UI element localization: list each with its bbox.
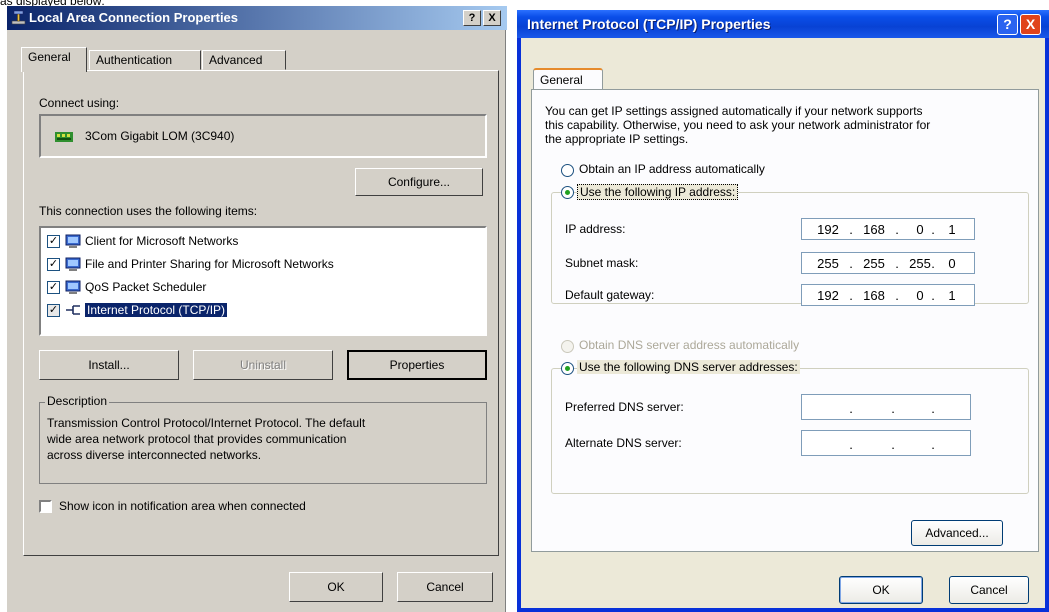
description-line: Transmission Control Protocol/Internet P… <box>47 416 366 430</box>
items-label: This connection uses the following items… <box>39 204 258 218</box>
ip-octet: 192 <box>817 222 839 237</box>
default-gateway-field[interactable]: 192. 168. 0. 1 <box>801 284 975 306</box>
alternate-dns-label: Alternate DNS server: <box>565 436 682 450</box>
ip-dot: . <box>891 437 895 452</box>
ok-button[interactable]: OK <box>289 572 383 602</box>
advanced-button[interactable]: Advanced... <box>911 520 1003 546</box>
description-line: wide area network protocol that provides… <box>47 432 347 446</box>
network-connection-icon <box>11 10 26 25</box>
network-adapter-icon <box>55 132 73 142</box>
tcpip-properties-window: Internet Protocol (TCP/IP) Properties ? … <box>517 10 1049 612</box>
intro-line: You can get IP settings assigned automat… <box>545 104 923 118</box>
ip-octet: 192 <box>817 288 839 303</box>
ip-dot: . <box>849 401 853 416</box>
cancel-button[interactable]: Cancel <box>397 572 493 602</box>
subnet-mask-label: Subnet mask: <box>565 256 639 270</box>
ip-octet: 168 <box>863 288 885 303</box>
connect-using-label: Connect using: <box>39 96 120 110</box>
description-label: Description <box>45 394 110 408</box>
ip-octet: 0 <box>948 256 956 271</box>
list-item[interactable]: ✓ File and Printer Sharing for Microsoft… <box>45 255 425 275</box>
title-bar: Local Area Connection Properties ? X <box>7 6 507 30</box>
file-printer-sharing-icon <box>65 257 81 271</box>
intro-line: the appropriate IP settings. <box>545 132 689 146</box>
components-list[interactable]: ✓ Client for Microsoft Networks ✓ File a… <box>39 226 487 336</box>
window-title: Internet Protocol (TCP/IP) Properties <box>527 16 771 32</box>
list-item-label: File and Printer Sharing for Microsoft N… <box>85 257 334 271</box>
preferred-dns-label: Preferred DNS server: <box>565 400 684 414</box>
local-area-connection-properties-window: Local Area Connection Properties ? X Gen… <box>6 6 507 612</box>
dialog-body: General You can get IP settings assigned… <box>521 38 1045 608</box>
list-item-label: Internet Protocol (TCP/IP) <box>85 303 228 317</box>
qos-scheduler-icon <box>65 280 81 294</box>
use-ip-label: Use the following IP address: <box>577 184 739 200</box>
tab-general[interactable]: General <box>21 47 87 72</box>
obtain-ip-radio[interactable] <box>561 164 574 177</box>
adapter-field: 3Com Gigabit LOM (3C940) <box>39 114 487 158</box>
ip-octet: 255 <box>863 256 885 271</box>
ip-dot: . <box>891 401 895 416</box>
obtain-ip-label: Obtain an IP address automatically <box>579 162 765 176</box>
configure-button[interactable]: Configure... <box>355 168 483 196</box>
help-button[interactable]: ? <box>997 14 1018 35</box>
properties-button[interactable]: Properties <box>347 350 487 380</box>
list-item[interactable]: ✓ Internet Protocol (TCP/IP) <box>45 301 425 321</box>
close-button[interactable]: X <box>483 10 501 26</box>
ip-address-field[interactable]: 192. 168. 0. 1 <box>801 218 975 240</box>
ip-dot: . <box>849 437 853 452</box>
description-line: across diverse interconnected networks. <box>47 448 262 462</box>
cancel-button[interactable]: Cancel <box>949 576 1029 604</box>
default-gateway-label: Default gateway: <box>565 288 655 302</box>
tab-general[interactable]: General <box>533 68 603 90</box>
show-icon-label: Show icon in notification area when conn… <box>59 499 306 513</box>
list-item[interactable]: ✓ QoS Packet Scheduler <box>45 278 425 298</box>
checkbox[interactable]: ✓ <box>47 235 60 248</box>
help-button[interactable]: ? <box>463 10 481 26</box>
subnet-mask-field[interactable]: 255. 255. 255. 0 <box>801 252 975 274</box>
ip-octet: 168 <box>863 222 885 237</box>
install-button[interactable]: Install... <box>39 350 179 380</box>
protocol-icon <box>66 305 80 315</box>
use-dns-label: Use the following DNS server addresses: <box>577 360 800 374</box>
tab-advanced[interactable]: Advanced <box>202 50 286 70</box>
ip-octet: 1 <box>948 288 956 303</box>
tab-authentication[interactable]: Authentication <box>89 50 201 70</box>
ip-address-label: IP address: <box>565 222 626 236</box>
alternate-dns-field[interactable]: . . . <box>801 430 971 456</box>
ip-dot: . <box>931 437 935 452</box>
client-icon <box>65 234 81 248</box>
checkbox[interactable]: ✓ <box>47 304 60 317</box>
preferred-dns-field[interactable]: . . . <box>801 394 971 420</box>
uninstall-button[interactable]: Uninstall <box>193 350 333 380</box>
ip-dot: . <box>931 401 935 416</box>
window-title: Local Area Connection Properties <box>29 10 239 25</box>
obtain-dns-radio[interactable] <box>561 340 574 353</box>
list-item[interactable]: ✓ Client for Microsoft Networks <box>45 232 425 252</box>
checkbox[interactable]: ✓ <box>47 281 60 294</box>
close-button[interactable]: X <box>1020 14 1041 35</box>
use-ip-radio[interactable] <box>561 186 574 199</box>
ok-button[interactable]: OK <box>839 576 923 604</box>
use-dns-radio[interactable] <box>561 362 574 375</box>
checkbox[interactable]: ✓ <box>47 258 60 271</box>
adapter-name: 3Com Gigabit LOM (3C940) <box>85 129 235 143</box>
ip-octet: 1 <box>948 222 956 237</box>
intro-line: this capability. Otherwise, you need to … <box>545 118 931 132</box>
list-item-label: QoS Packet Scheduler <box>85 280 207 294</box>
list-item-label: Client for Microsoft Networks <box>85 234 239 248</box>
obtain-dns-label: Obtain DNS server address automatically <box>579 338 800 352</box>
title-bar: Internet Protocol (TCP/IP) Properties ? … <box>517 10 1049 38</box>
show-icon-checkbox[interactable] <box>39 500 52 513</box>
ip-octet: 255 <box>817 256 839 271</box>
